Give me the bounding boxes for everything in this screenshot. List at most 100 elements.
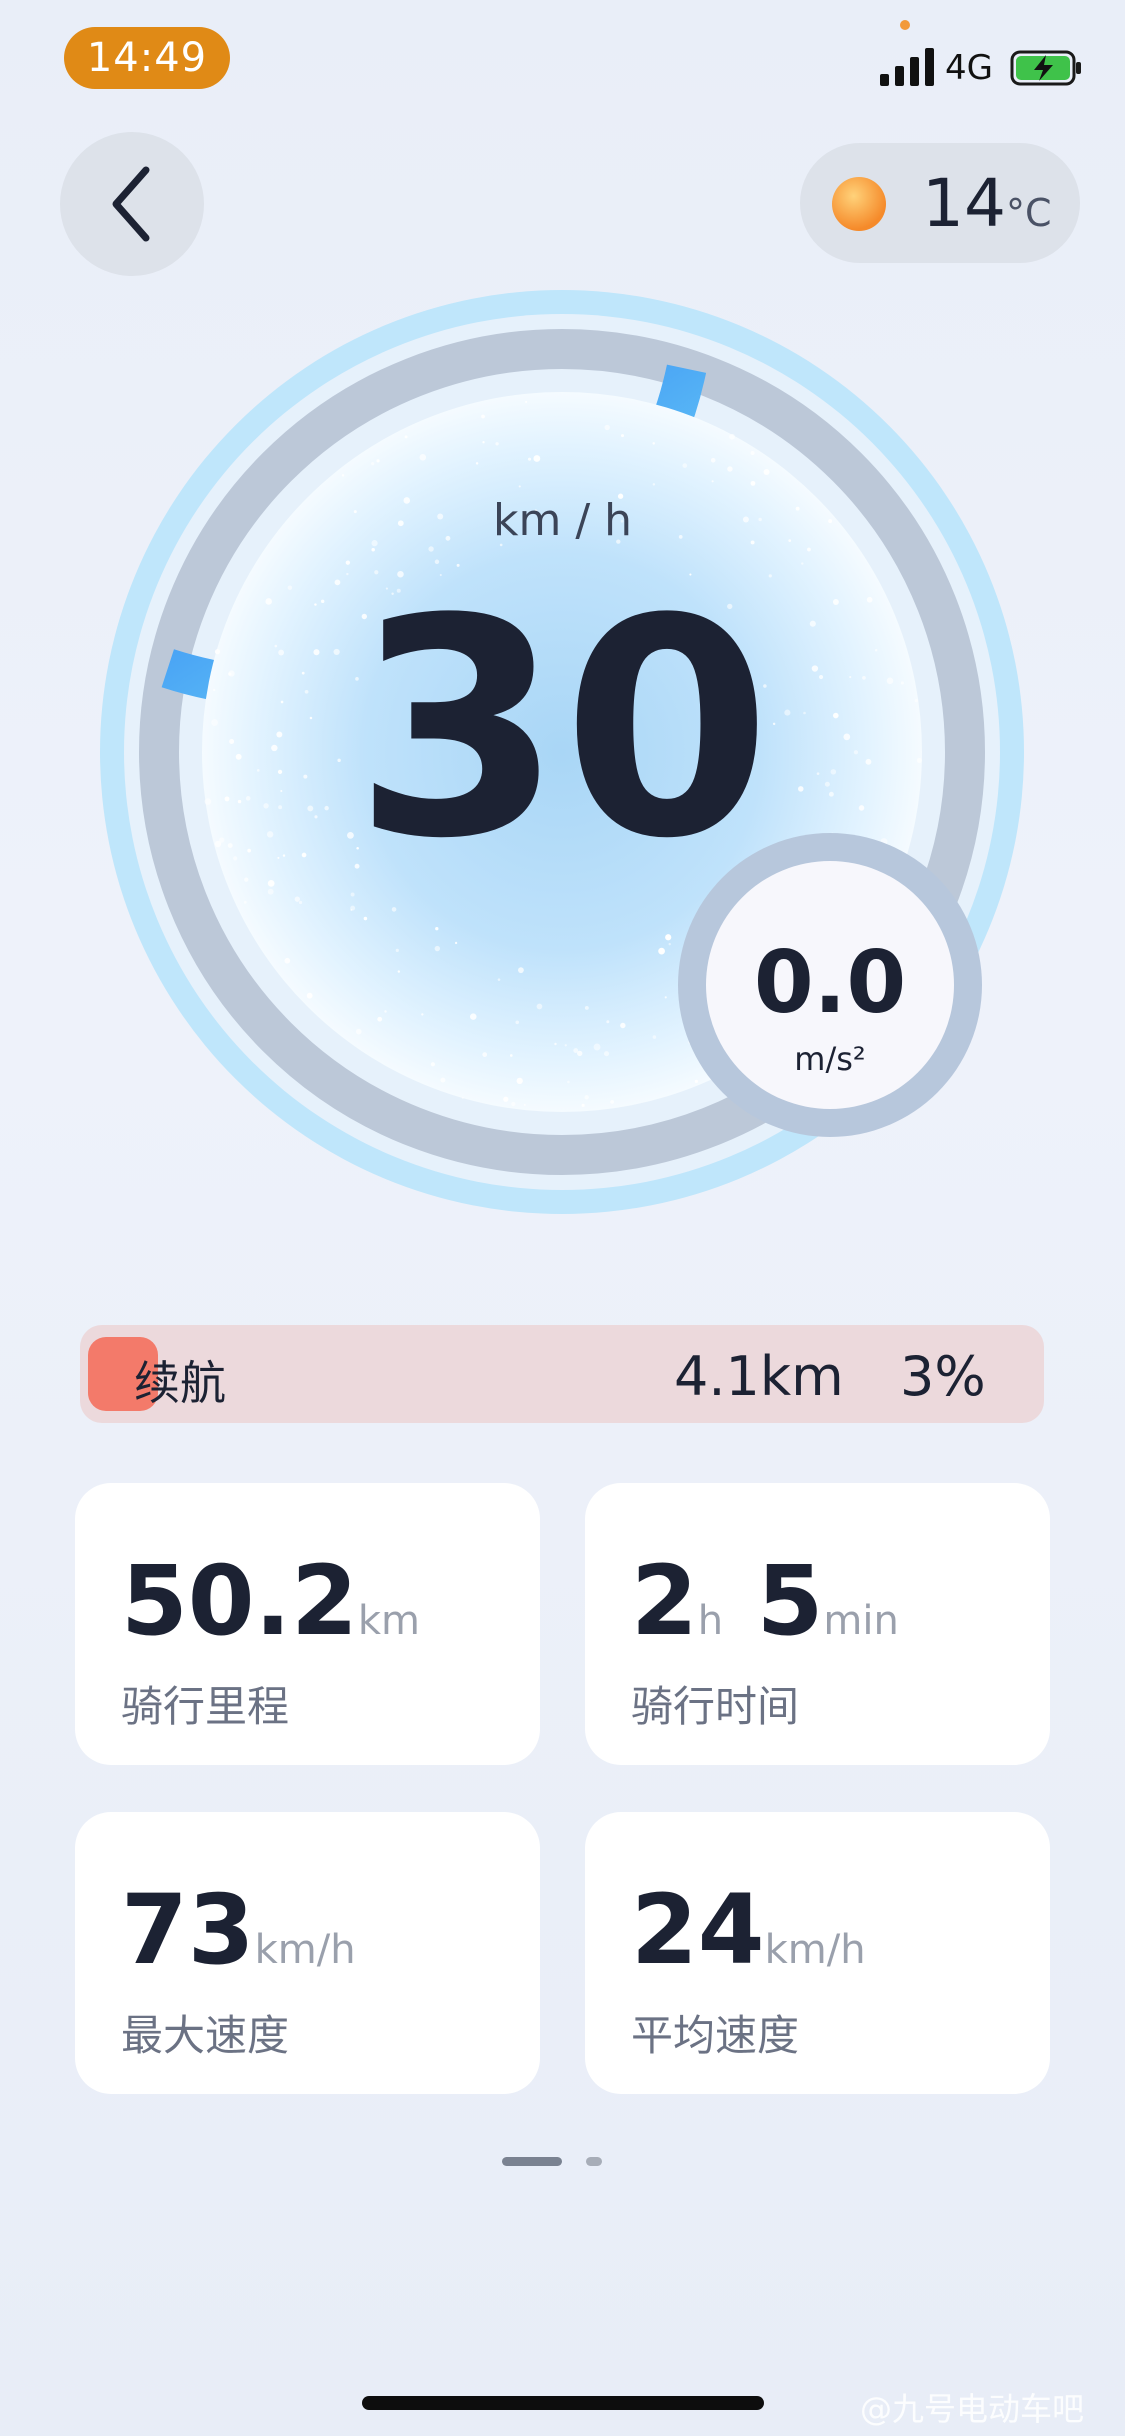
sparkle-dot bbox=[511, 1101, 516, 1107]
sparkle-dot bbox=[652, 442, 656, 445]
sparkle-dot bbox=[604, 424, 610, 431]
page-indicator-active[interactable] bbox=[502, 2157, 562, 2166]
sparkle-dot bbox=[682, 463, 688, 468]
sparkle-dot bbox=[668, 942, 671, 946]
acceleration-value: 0.0 bbox=[753, 933, 907, 1033]
network-type: 4G bbox=[945, 48, 993, 88]
sparkle-dot bbox=[497, 978, 501, 981]
sparkle-dot bbox=[267, 879, 275, 887]
stat-label: 骑行时间 bbox=[631, 1682, 800, 1731]
stat-card-distance: 50.2km 骑行里程 bbox=[75, 1483, 540, 1765]
sparkle-dot bbox=[564, 1044, 567, 1047]
chevron-left-icon bbox=[112, 166, 150, 242]
sparkle-dot bbox=[652, 483, 656, 486]
privacy-indicator-dot bbox=[900, 20, 910, 30]
sparkle-dot bbox=[711, 480, 714, 483]
range-bar: 续航 4.1km 3% bbox=[80, 1325, 1044, 1423]
sparkle-dot bbox=[729, 433, 735, 440]
temperature: 14°C bbox=[922, 165, 1052, 242]
sparkle-dot bbox=[750, 480, 756, 486]
sparkle-dot bbox=[533, 455, 541, 462]
sparkle-dot bbox=[523, 1103, 526, 1106]
sparkle-dot bbox=[346, 572, 349, 576]
sparkle-dot bbox=[482, 1052, 488, 1057]
sparkle-dot bbox=[584, 1095, 589, 1100]
sparkle-dot bbox=[298, 900, 303, 905]
sparkle-dot bbox=[419, 454, 427, 461]
status-time: 14:49 bbox=[64, 27, 230, 89]
sparkle-dot bbox=[363, 916, 368, 921]
speed-unit: km / h bbox=[492, 495, 633, 546]
range-distance: 4.1km bbox=[674, 1345, 844, 1408]
sparkle-dot bbox=[509, 1054, 513, 1057]
page-indicator-inactive[interactable] bbox=[586, 2157, 602, 2166]
sparkle-dot bbox=[377, 1016, 383, 1022]
sparkle-dot bbox=[482, 441, 485, 444]
sparkle-dot bbox=[807, 547, 811, 552]
sparkle-dot bbox=[577, 1050, 583, 1057]
sparkle-dot bbox=[435, 927, 439, 931]
sparkle-dot bbox=[727, 466, 733, 472]
stat-value: 24km/h bbox=[631, 1874, 866, 1986]
sparkle-dot bbox=[371, 462, 375, 466]
sparkle-dot bbox=[470, 1013, 477, 1020]
sparkle-dot bbox=[801, 562, 804, 565]
sparkle-dot bbox=[345, 560, 351, 565]
sparkle-dot bbox=[421, 1013, 424, 1016]
sparkle-dot bbox=[763, 468, 770, 476]
sparkle-dot bbox=[516, 1077, 523, 1085]
sparkle-dot bbox=[243, 900, 247, 904]
sparkle-dot bbox=[581, 1103, 585, 1107]
sparkle-dot bbox=[710, 457, 716, 463]
stat-value: 50.2km bbox=[121, 1545, 420, 1657]
battery-charging-icon bbox=[1010, 50, 1081, 86]
sparkle-dot bbox=[750, 450, 755, 456]
sparkle-dot bbox=[350, 905, 356, 911]
sparkle-dot bbox=[391, 907, 397, 912]
sparkle-dot bbox=[603, 1051, 610, 1057]
stat-label: 平均速度 bbox=[631, 2011, 800, 2060]
watermark: @九号电动车吧 bbox=[860, 2390, 1085, 2428]
sparkle-dot bbox=[430, 1062, 436, 1067]
stat-label: 最大速度 bbox=[121, 2011, 290, 2060]
sparkle-dot bbox=[434, 945, 441, 952]
stat-value: 73km/h bbox=[121, 1874, 356, 1986]
stat-card-ride-time: 2h 5min 骑行时间 bbox=[585, 1483, 1050, 1765]
sparkle-dot bbox=[554, 1042, 557, 1046]
back-button[interactable] bbox=[60, 132, 204, 276]
stat-value: 2h 5min bbox=[631, 1545, 899, 1657]
sparkle-dot bbox=[294, 896, 300, 902]
sparkle-dot bbox=[428, 546, 434, 552]
stat-card-max-speed: 73km/h 最大速度 bbox=[75, 1812, 540, 2094]
sparkle-dot bbox=[665, 934, 672, 941]
sparkle-dot bbox=[404, 435, 408, 439]
weather-pill: 14°C bbox=[800, 143, 1080, 263]
sparkle-dot bbox=[606, 1020, 610, 1024]
sparkle-dot bbox=[664, 996, 667, 999]
sparkle-dot bbox=[341, 474, 345, 477]
sparkle-dot bbox=[371, 547, 375, 552]
sun-icon bbox=[832, 177, 886, 231]
sparkle-dot bbox=[567, 1080, 570, 1084]
stat-card-avg-speed: 24km/h 平均速度 bbox=[585, 1812, 1050, 2094]
sparkle-dot bbox=[397, 970, 401, 973]
sparkle-dot bbox=[525, 400, 528, 403]
sparkle-dot bbox=[593, 1043, 601, 1051]
sparkle-dot bbox=[610, 1100, 614, 1104]
temperature-unit: °C bbox=[1005, 191, 1052, 235]
signal-icon bbox=[880, 48, 934, 86]
home-indicator[interactable] bbox=[362, 2396, 764, 2410]
sparkle-dot bbox=[461, 1096, 464, 1099]
acceleration-display: 0.0 m/s² bbox=[680, 840, 980, 1140]
sparkle-dot bbox=[658, 947, 665, 955]
sparkle-dot bbox=[395, 948, 399, 952]
sparkle-dot bbox=[267, 888, 274, 895]
current-speed: 30 bbox=[353, 555, 772, 904]
sparkle-dot bbox=[515, 1020, 520, 1025]
sparkle-dot bbox=[584, 1005, 589, 1010]
sparkle-dot bbox=[355, 1028, 362, 1035]
sparkle-dot bbox=[495, 442, 499, 446]
sparkle-dot bbox=[503, 1096, 509, 1102]
range-label: 续航 bbox=[134, 1356, 226, 1410]
sparkle-dot bbox=[517, 967, 524, 974]
